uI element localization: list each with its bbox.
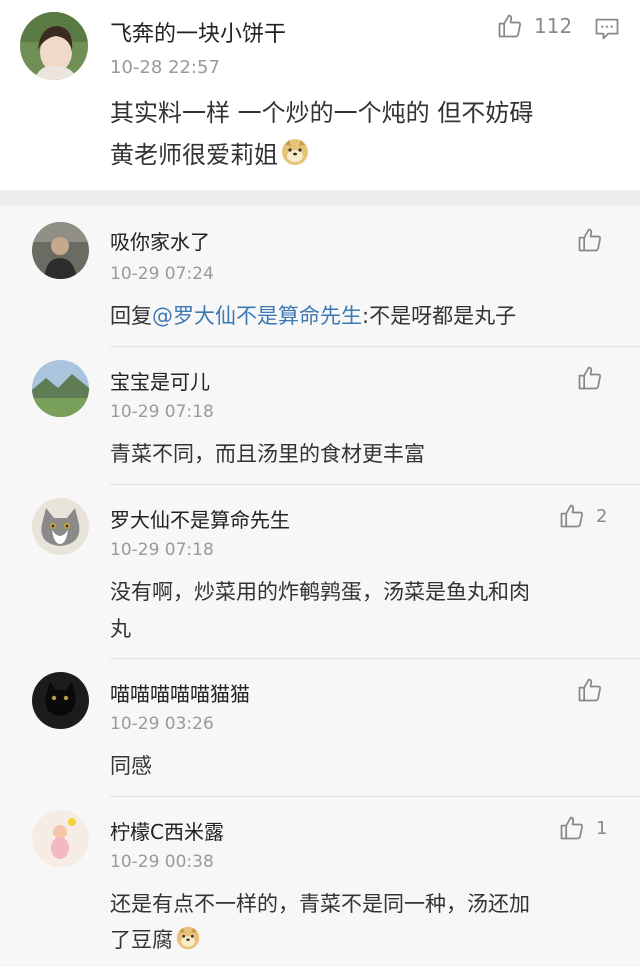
like-count: 112 (534, 14, 573, 38)
avatar[interactable] (32, 360, 89, 417)
divider (110, 796, 640, 797)
thumbs-up-icon[interactable] (576, 364, 604, 392)
divider (110, 658, 640, 659)
section-gap (0, 190, 640, 206)
timestamp: 10-29 07:18 (110, 540, 214, 560)
reply-body: :不是呀都是丸子 (362, 304, 517, 328)
comment-text-line: 其实料一样 一个炒的一个炖的 但不妨碍 (110, 99, 534, 127)
like-button[interactable]: 112 (496, 12, 572, 40)
like-count: 1 (596, 817, 608, 839)
avatar[interactable] (20, 12, 88, 80)
reply-prefix: 回复 (110, 304, 152, 328)
avatar[interactable] (32, 222, 89, 279)
thumbs-up-icon (560, 504, 583, 528)
timestamp: 10-29 00:38 (110, 852, 214, 872)
username[interactable]: 柠檬C西米露 (110, 816, 224, 845)
timestamp: 10-29 07:24 (110, 264, 214, 284)
reply-text-line-2: 丸 (110, 617, 131, 641)
reply-text-line-2: 了豆腐 (110, 924, 201, 961)
reply-text-line: 还是有点不一样的，青菜不是同一种，汤还加 (110, 892, 530, 916)
thumbs-up-icon (498, 14, 521, 38)
thumbs-up-icon[interactable] (576, 676, 604, 704)
thumbs-up-icon[interactable] (576, 226, 604, 254)
like-button[interactable]: 2 (558, 502, 607, 530)
divider (110, 484, 640, 485)
user-mention-link[interactable]: @罗大仙不是算命先生 (152, 304, 362, 328)
username[interactable]: 宝宝是可儿 (110, 366, 210, 395)
reply-text: 了豆腐 (110, 928, 173, 952)
comment-text-line-2: 黄老师很爱莉姐 (110, 134, 310, 180)
doge-emoji (175, 925, 201, 961)
reply-text: 回复@罗大仙不是算命先生:不是呀都是丸子 (110, 300, 516, 333)
like-button[interactable]: 1 (558, 814, 607, 842)
comment-text: 黄老师很爱莉姐 (110, 141, 278, 169)
reply-text: 青菜不同，而且汤里的食材更丰富 (110, 442, 425, 466)
timestamp: 10-28 22:57 (110, 57, 220, 78)
username[interactable]: 罗大仙不是算命先生 (110, 504, 290, 533)
username[interactable]: 喵喵喵喵喵猫猫 (110, 678, 250, 707)
divider (110, 346, 640, 347)
avatar[interactable] (32, 498, 89, 555)
timestamp: 10-29 07:18 (110, 402, 214, 422)
username[interactable]: 飞奔的一块小饼干 (110, 16, 286, 48)
reply-text-line: 没有啊，炒菜用的炸鹌鹑蛋，汤菜是鱼丸和肉 (110, 580, 530, 604)
comment-icon[interactable] (593, 15, 621, 43)
avatar[interactable] (32, 810, 89, 867)
doge-emoji (280, 137, 310, 180)
thumbs-up-icon (560, 816, 583, 840)
reply-list: 吸你家水了 10-29 07:24 回复@罗大仙不是算命先生:不是呀都是丸子 宝… (0, 206, 640, 967)
reply-text: 同感 (110, 754, 152, 778)
like-count: 2 (596, 505, 608, 527)
top-comment: 飞奔的一块小饼干 10-28 22:57 112 其实料一样 一个炒的一个炖的 … (0, 0, 640, 190)
avatar[interactable] (32, 672, 89, 729)
username[interactable]: 吸你家水了 (110, 226, 210, 255)
timestamp: 10-29 03:26 (110, 714, 214, 734)
